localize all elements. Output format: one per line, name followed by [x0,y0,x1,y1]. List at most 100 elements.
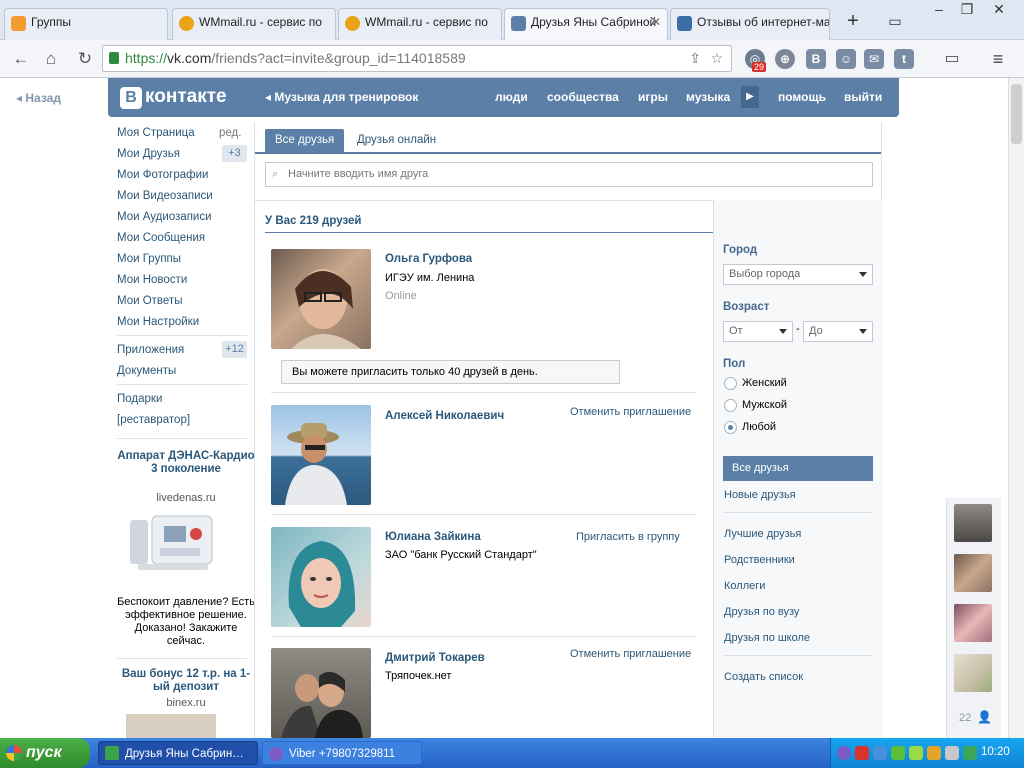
menu-my-answers[interactable]: Мои Ответы [117,295,182,307]
page-scrollbar[interactable] [1008,78,1024,738]
star-icon[interactable]: ☆ [710,46,723,71]
sex-option[interactable]: Женский [742,377,787,389]
browser-tab[interactable]: Отзывы об интернет-ма [670,8,830,40]
tray-icon[interactable] [963,746,977,760]
ad-domain[interactable]: livedenas.ru [116,492,256,504]
nav-communities[interactable]: сообщества [547,90,619,104]
ad-image[interactable] [126,714,216,738]
friend-name[interactable]: Дмитрий Токарев [385,652,485,664]
network-icon[interactable] [945,746,959,760]
sex-option[interactable]: Любой [742,421,776,433]
sex-radio-selected[interactable] [724,421,737,434]
nav-logout[interactable]: выйти [844,90,882,104]
avatar[interactable] [271,405,371,505]
url-input[interactable]: https://vk.com/friends?act=invite&group_… [102,45,732,72]
scrollbar-thumb[interactable] [1011,84,1022,144]
menu-my-photos[interactable]: Мои Фотографии [117,169,208,181]
ad-image[interactable] [128,512,214,574]
list-relatives[interactable]: Родственники [724,554,795,566]
share-icon[interactable]: ⇪ [689,46,701,71]
taskbar-item-active[interactable]: Друзья Яны Сабрин… [98,741,258,765]
browser-tab[interactable]: Группы [4,8,168,40]
tray-icon[interactable] [909,746,923,760]
minimize-button[interactable]: – [924,0,954,20]
tray-icon[interactable] [891,746,905,760]
sex-radio[interactable] [724,399,737,412]
back-link[interactable]: ◂ Назад [16,91,61,105]
edit-link[interactable]: ред. [219,127,241,139]
list-colleagues[interactable]: Коллеги [724,580,765,592]
reload-icon[interactable]: ↻ [74,49,96,71]
ad-title[interactable]: Ваш бонус 12 т.р. на 1-ый депозит [116,668,256,694]
browser-tab[interactable]: WMmail.ru - сервис по [338,8,502,40]
ad-text[interactable]: Беспокоит давление? Есть эффективное реш… [116,596,256,648]
nav-games[interactable]: игры [638,90,668,104]
cancel-invite-link[interactable]: Отменить приглашение [570,648,691,660]
close-window-button[interactable]: ✕ [984,0,1014,20]
mail-extension-icon[interactable]: ✉ [864,49,884,69]
back-arrow-icon[interactable]: ← [10,49,32,71]
menu-my-audio[interactable]: Мои Аудиозаписи [117,211,212,223]
menu-my-videos[interactable]: Мои Видеозаписи [117,190,213,202]
list-best-friends[interactable]: Лучшие друзья [724,528,801,540]
ok-extension-icon[interactable]: ☺ [836,49,856,69]
ad-title[interactable]: Аппарат ДЭНАС-Кардио 3 поколение [116,450,256,476]
globe-icon[interactable]: ⊕ [775,49,795,69]
list-all-friends[interactable]: Все друзья [723,456,873,481]
menu-my-messages[interactable]: Мои Сообщения [117,232,205,244]
menu-icon[interactable]: ≡ [988,49,1008,69]
avatar[interactable] [271,648,371,738]
invite-to-group-link[interactable]: Пригласить в группу [576,531,680,543]
create-list-link[interactable]: Создать список [724,671,803,683]
menu-my-friends[interactable]: Мои Друзья [117,148,180,160]
start-button[interactable]: пуск [0,738,90,768]
list-university-friends[interactable]: Друзья по вузу [724,606,799,618]
age-to-select[interactable]: До [803,321,873,342]
tab-list-button[interactable]: ▭ [880,12,910,32]
chat-avatar[interactable] [954,654,992,692]
menu-documents[interactable]: Документы [117,365,176,377]
new-tab-button[interactable]: + [838,11,868,32]
chat-avatar[interactable] [954,504,992,542]
friends-counter[interactable]: +3 [222,145,247,162]
browser-tab-active[interactable]: Друзья Яны Сабриной ✕ [504,8,668,40]
friend-name[interactable]: Алексей Николаевич [385,410,504,422]
vk-extension-icon[interactable]: В [806,49,826,69]
apps-counter[interactable]: +12 [222,341,247,358]
chat-avatar[interactable] [954,604,992,642]
tab-friends-online[interactable]: Друзья онлайн [347,129,446,152]
nav-people[interactable]: люди [495,90,528,104]
sex-radio[interactable] [724,377,737,390]
ad-domain[interactable]: binex.ru [116,697,256,709]
friend-name[interactable]: Ольга Гурфова [385,253,472,265]
list-new-friends[interactable]: Новые друзья [724,489,796,501]
sex-option[interactable]: Мужской [742,399,787,411]
vk-logo[interactable]: Вконтакте [120,86,227,109]
viber-tray-icon[interactable] [837,746,851,760]
menu-my-groups[interactable]: Мои Группы [117,253,181,265]
chat-avatar[interactable] [954,554,992,592]
audio-player-link[interactable]: ◂ Музыка для тренировок [265,90,418,104]
home-icon[interactable]: ⌂ [40,49,62,71]
tab-all-friends[interactable]: Все друзья [265,129,345,152]
city-select[interactable]: Выбор города [723,264,873,285]
menu-gifts[interactable]: Подарки [117,393,162,405]
play-icon[interactable]: ▶ [741,86,759,108]
menu-restorer[interactable]: [реставратор] [117,414,190,426]
tray-icon[interactable] [873,746,887,760]
menu-my-settings[interactable]: Мои Настройки [117,316,199,328]
cancel-invite-link[interactable]: Отменить приглашение [570,406,691,418]
friend-name[interactable]: Юлиана Зайкина [385,531,481,543]
list-school-friends[interactable]: Друзья по школе [724,632,810,644]
avatar[interactable] [271,527,371,627]
friend-search-input[interactable]: ⌕ Начните вводить имя друга [265,162,873,187]
browser-tab[interactable]: WMmail.ru - сервис по [172,8,336,40]
user-icon[interactable]: 👤 [977,710,992,724]
avatar[interactable] [271,249,371,349]
age-from-select[interactable]: От [723,321,793,342]
menu-my-news[interactable]: Мои Новости [117,274,187,286]
menu-my-page[interactable]: Моя Страница [117,127,195,139]
maximize-button[interactable]: ❐ [952,0,982,20]
taskbar-item[interactable]: Viber +79807329811 [262,741,422,765]
opera-tray-icon[interactable] [855,746,869,760]
